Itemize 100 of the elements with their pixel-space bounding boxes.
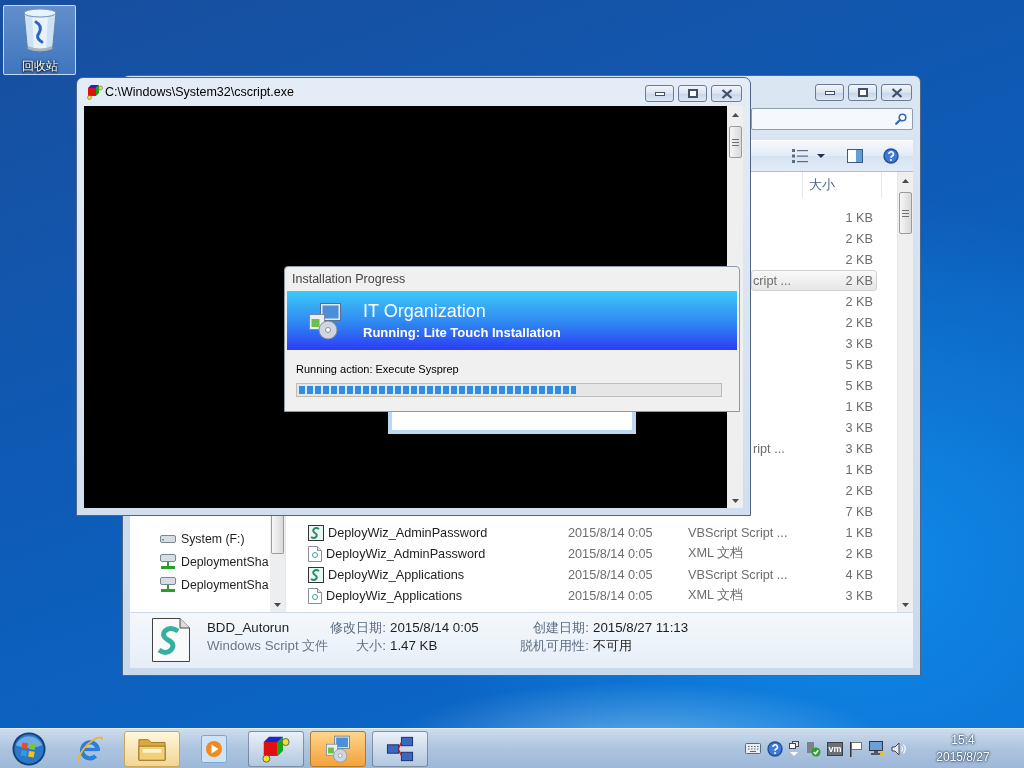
file-date: 2015/8/14 0:05 xyxy=(568,546,653,561)
network-drive-icon xyxy=(160,554,176,569)
file-row[interactable]: 5 KB xyxy=(751,375,877,396)
field-value: 2015/8/14 0:05 xyxy=(389,619,479,637)
minimize-icon xyxy=(824,90,835,95)
file-size: 1 KB xyxy=(845,399,873,414)
file-date: 2015/8/14 0:05 xyxy=(568,567,653,582)
monitor-warning-icon[interactable] xyxy=(869,741,885,756)
file-row[interactable]: DeployWiz_Applications 2015/8/14 0:05 XML 文档 3 KB xyxy=(300,585,877,606)
file-row[interactable]: DeployWiz_AdminPassword 2015/8/14 0:05 XML 文档 2 KB xyxy=(300,543,877,564)
scrollbar[interactable] xyxy=(897,172,913,612)
file-size: 2 KB xyxy=(845,483,873,498)
file-row[interactable]: 2 KB xyxy=(751,480,877,501)
file-row[interactable]: 3 KB xyxy=(751,417,877,438)
scroll-down-icon[interactable] xyxy=(274,603,281,607)
scrollbar[interactable] xyxy=(270,516,285,612)
flag-icon[interactable] xyxy=(849,740,863,757)
file-type: XML 文档 xyxy=(688,546,744,560)
file-row[interactable]: 2 KB xyxy=(751,291,877,312)
field-label: 创建日期: xyxy=(533,619,589,637)
file-row[interactable]: 7 KB xyxy=(751,501,877,522)
file-row[interactable]: 3 KB xyxy=(751,333,877,354)
scrollbar-thumb[interactable] xyxy=(271,516,284,554)
file-date: 2015/8/14 0:05 xyxy=(568,525,653,540)
close-button[interactable] xyxy=(881,84,912,101)
taskbar-button[interactable] xyxy=(372,731,428,767)
taskbar-button[interactable] xyxy=(248,731,304,767)
keyboard-icon[interactable] xyxy=(745,743,761,754)
file-size: 4 KB xyxy=(845,567,873,582)
maximize-icon xyxy=(687,89,698,98)
scrollbar-thumb[interactable] xyxy=(899,192,912,234)
file-row[interactable]: DeployWiz_AdminPassword 2015/8/14 0:05 VBScript Script ... 1 KB xyxy=(300,522,877,543)
close-button[interactable] xyxy=(711,85,742,102)
file-row[interactable]: 2 KB xyxy=(751,249,877,270)
status-text: Running action: Execute Sysprep xyxy=(296,362,459,377)
file-row[interactable]: 1 KB xyxy=(751,396,877,417)
file-row[interactable]: 2 KB xyxy=(751,312,877,333)
preview-pane-icon xyxy=(847,149,863,163)
nav-item[interactable]: System (F:) xyxy=(130,527,270,550)
file-name: BDD_Autorun xyxy=(207,619,290,637)
cube-icon xyxy=(87,84,103,100)
scroll-down-icon[interactable] xyxy=(731,499,739,503)
file-size: 2 KB xyxy=(845,273,873,288)
nav-item[interactable]: DeploymentSha xyxy=(130,550,270,573)
maximize-button[interactable] xyxy=(848,84,877,101)
speaker-icon[interactable] xyxy=(891,741,907,756)
script-document-icon xyxy=(152,618,190,662)
script-file-icon xyxy=(308,524,324,541)
file-size: 5 KB xyxy=(845,357,873,372)
banner-heading: IT Organization xyxy=(363,299,486,322)
search-field[interactable] xyxy=(751,108,913,130)
scroll-up-icon[interactable] xyxy=(731,113,739,117)
minimize-button[interactable] xyxy=(815,84,844,101)
banner-subheading: Running: Lite Touch Installation xyxy=(363,323,561,342)
computer-disc-icon xyxy=(324,735,352,763)
file-size: 2 KB xyxy=(845,315,873,330)
windows-caret-icon[interactable] xyxy=(789,741,799,756)
scroll-up-icon[interactable] xyxy=(902,179,909,183)
maximize-button[interactable] xyxy=(678,85,707,102)
file-size: 5 KB xyxy=(845,378,873,393)
recycle-bin-icon xyxy=(21,8,58,54)
minimize-icon xyxy=(654,91,665,96)
field-value: 2015/8/27 11:13 xyxy=(592,619,689,637)
scroll-down-icon[interactable] xyxy=(902,603,909,607)
nav-item[interactable]: DeploymentSha xyxy=(130,573,270,596)
file-name: DeployWiz_AdminPassword xyxy=(328,525,488,540)
minimize-button[interactable] xyxy=(645,85,674,102)
dialog-title: Installation Progress xyxy=(292,272,406,286)
caret-icon xyxy=(816,154,825,158)
tray-letter-tile[interactable]: vm xyxy=(827,741,843,756)
file-row[interactable]: 2 KB xyxy=(751,228,877,249)
file-row[interactable]: 5 KB xyxy=(751,354,877,375)
column-header[interactable]: 大小 xyxy=(802,172,882,198)
xml-file-icon xyxy=(308,587,322,604)
desktop-icon[interactable]: 回收站 xyxy=(3,5,76,75)
file-type: XML 文档 xyxy=(688,588,744,602)
field-label: 修改日期: xyxy=(330,619,386,637)
scrollbar-thumb[interactable] xyxy=(728,126,742,158)
help-icon[interactable] xyxy=(767,740,783,757)
drive-icon xyxy=(160,534,176,543)
play-icon xyxy=(200,735,228,763)
file-size: 2 KB xyxy=(845,294,873,309)
file-size: 3 KB xyxy=(845,588,873,603)
network-drive-icon xyxy=(160,577,176,592)
xml-file-icon xyxy=(308,545,322,562)
file-type: VBScript Script ... xyxy=(688,567,788,582)
field-value: 1.47 KB xyxy=(389,637,438,655)
file-size: 2 KB xyxy=(845,231,873,246)
file-row[interactable]: DeployWiz_Applications 2015/8/14 0:05 VBScript Script ... 4 KB xyxy=(300,564,877,585)
file-row[interactable]: cript ... 2 KB xyxy=(751,270,877,291)
computer-disc-icon xyxy=(308,301,342,340)
file-size: 2 KB xyxy=(845,252,873,267)
file-type: Windows Script 文件 xyxy=(207,637,329,655)
file-size: 1 KB xyxy=(845,210,873,225)
file-row[interactable]: 1 KB xyxy=(751,459,877,480)
file-row[interactable]: 1 KB xyxy=(751,207,877,228)
file-name: DeployWiz_Applications xyxy=(326,588,463,603)
device-check-icon[interactable] xyxy=(805,740,821,757)
search-icon[interactable] xyxy=(895,113,907,125)
file-row[interactable]: ript ... 3 KB xyxy=(751,438,877,459)
